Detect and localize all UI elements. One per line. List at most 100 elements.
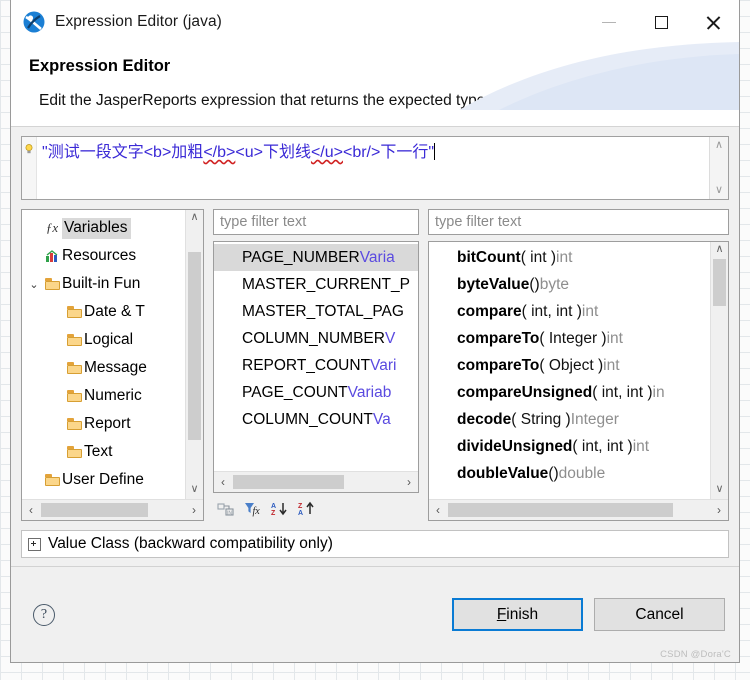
value-class-label: Value Class (backward compatibility only… bbox=[48, 535, 333, 552]
tree-item-label: User Define bbox=[62, 471, 144, 488]
tree-item-logical[interactable]: Logical bbox=[22, 326, 185, 354]
variable-list-item[interactable]: MASTER_CURRENT_P bbox=[214, 271, 418, 298]
tree-item-variables[interactable]: ƒx Variables bbox=[22, 214, 185, 242]
variables-list-scroll: PAGE_NUMBER Varia MASTER_CURRENT_P MASTER_… bbox=[214, 242, 418, 471]
footer-buttons: Finish Cancel bbox=[452, 598, 725, 631]
tree-scroll-right-icon[interactable]: › bbox=[185, 503, 203, 517]
method-parameters: ( String ) bbox=[511, 410, 571, 428]
minimize-icon bbox=[602, 21, 616, 23]
method-return-type: Integer bbox=[570, 410, 619, 428]
variable-list-item[interactable]: MASTER_TOTAL_PAG bbox=[214, 298, 418, 325]
methods-hscroll-thumb[interactable] bbox=[448, 503, 673, 517]
filter-functions-icon[interactable]: fx bbox=[244, 501, 262, 517]
variable-name: PAGE_NUMBER bbox=[242, 248, 360, 266]
help-question-icon[interactable]: ? bbox=[33, 603, 55, 626]
minimize-button[interactable] bbox=[583, 0, 635, 44]
tree-scroll-left-icon[interactable]: ‹ bbox=[22, 503, 40, 517]
methods-scroll-right-icon[interactable]: › bbox=[710, 503, 728, 517]
finish-button[interactable]: Finish bbox=[452, 598, 583, 631]
expr-seg-7: <br/> bbox=[342, 144, 381, 161]
method-list-item[interactable]: divideUnsigned( int, int ) int bbox=[429, 433, 710, 460]
methods-scroll-left-icon[interactable]: ‹ bbox=[429, 503, 447, 517]
variable-list-item[interactable]: COLUMN_NUMBER V bbox=[214, 325, 418, 352]
variable-list-item[interactable]: REPORT_COUNT Vari bbox=[214, 352, 418, 379]
tree-item-label: Numeric bbox=[84, 387, 142, 404]
methods-scroll-down-icon[interactable]: ∨ bbox=[715, 482, 723, 497]
window-title-bar: Expression Editor (java) bbox=[11, 0, 739, 110]
expression-vertical-scrollbar[interactable]: ∧ ∨ bbox=[709, 137, 728, 199]
tree-scroll-down-icon[interactable]: ∨ bbox=[190, 482, 198, 497]
tree-hscroll-thumb[interactable] bbox=[41, 503, 148, 517]
methods-scroll-up-icon[interactable]: ∧ bbox=[715, 242, 723, 257]
expand-plus-icon[interactable] bbox=[28, 537, 41, 551]
tree-item-built-in-fun[interactable]: ⌄ Built-in Fun bbox=[22, 270, 185, 298]
method-list-item[interactable]: decode( String ) Integer bbox=[429, 406, 710, 433]
tree-scroll-thumb[interactable] bbox=[188, 252, 201, 440]
finish-label: inish bbox=[506, 605, 539, 623]
lightbulb-hint-icon[interactable] bbox=[25, 141, 33, 154]
insert-into-expression-icon[interactable]: IN bbox=[217, 501, 235, 517]
value-class-section[interactable]: Value Class (backward compatibility only… bbox=[21, 530, 729, 558]
methods-vertical-scrollbar[interactable]: ∧ ∨ bbox=[710, 242, 728, 499]
method-list-item[interactable]: compareTo( Object ) int bbox=[429, 352, 710, 379]
variable-list-item[interactable]: PAGE_COUNT Variab bbox=[214, 379, 418, 406]
expression-input[interactable]: "测试一段文字<b>加粗</b><u>下划线</u><br/>下一行" bbox=[37, 137, 709, 199]
tree-item-label: Resources bbox=[62, 247, 137, 264]
scroll-down-icon[interactable]: ∨ bbox=[715, 185, 723, 196]
method-list-item[interactable]: byteValue() byte bbox=[429, 271, 710, 298]
chevron-down-icon[interactable]: ⌄ bbox=[26, 278, 42, 291]
expr-seg-1: <b> bbox=[143, 144, 172, 161]
method-return-type: double bbox=[558, 464, 606, 482]
method-parameters: ( int, int ) bbox=[521, 302, 582, 320]
method-return-type: int bbox=[581, 302, 599, 320]
method-list-item[interactable]: compareTo( Integer ) int bbox=[429, 325, 710, 352]
method-list-item[interactable]: bitCount( int ) int bbox=[429, 244, 710, 271]
variable-type: V bbox=[384, 329, 396, 347]
methods-list[interactable]: bitCount( int ) int byteValue() byte compa… bbox=[429, 242, 710, 499]
variable-list-item[interactable]: PAGE_NUMBER Varia bbox=[214, 244, 418, 271]
tree-vertical-scrollbar[interactable]: ∧ ∨ bbox=[185, 210, 203, 499]
tree-item-user-define[interactable]: User Define bbox=[22, 466, 185, 494]
variables-hscroll-thumb[interactable] bbox=[233, 475, 344, 489]
variables-toolbar: IN fx A Z Z A bbox=[213, 496, 419, 521]
tree-horizontal-scrollbar[interactable]: ‹ › bbox=[22, 499, 203, 520]
scroll-up-icon[interactable]: ∧ bbox=[715, 140, 723, 151]
method-parameters: () bbox=[529, 275, 540, 293]
variables-scroll-left-icon[interactable]: ‹ bbox=[214, 475, 232, 489]
tree-item-report[interactable]: Report bbox=[22, 410, 185, 438]
variables-horizontal-scrollbar[interactable]: ‹ › bbox=[214, 471, 418, 492]
variable-list-item[interactable]: COLUMN_COUNT Va bbox=[214, 406, 418, 433]
method-name: decode bbox=[457, 410, 512, 428]
dialog-body: "测试一段文字<b>加粗</b><u>下划线</u><br/>下一行" ∧ ∨ … bbox=[11, 127, 739, 662]
folder-icon bbox=[42, 278, 62, 290]
expression-editor-area[interactable]: "测试一段文字<b>加粗</b><u>下划线</u><br/>下一行" ∧ ∨ bbox=[21, 136, 729, 200]
variable-type: Va bbox=[372, 410, 391, 428]
dialog-footer: ? Finish Cancel CSDN @Dora'C bbox=[11, 566, 739, 662]
expr-seg-2: 加粗 bbox=[171, 144, 204, 161]
methods-horizontal-scrollbar[interactable]: ‹ › bbox=[429, 499, 728, 520]
cancel-button[interactable]: Cancel bbox=[594, 598, 725, 631]
methods-scroll-thumb[interactable] bbox=[713, 259, 726, 306]
tree-item-numeric[interactable]: Numeric bbox=[22, 382, 185, 410]
methods-filter-input[interactable]: type filter text bbox=[428, 209, 729, 235]
expr-seg-5: 下划线 bbox=[262, 144, 311, 161]
svg-text:A: A bbox=[271, 503, 276, 510]
sort-az-descending-icon[interactable]: AZ bbox=[271, 501, 289, 517]
variables-scroll-right-icon[interactable]: › bbox=[400, 475, 418, 489]
close-button[interactable] bbox=[687, 0, 739, 44]
tree-item-text[interactable]: Text bbox=[22, 438, 185, 466]
method-list-item[interactable]: compareUnsigned( int, int ) in bbox=[429, 379, 710, 406]
svg-text:fx: fx bbox=[253, 506, 261, 517]
sort-za-ascending-icon[interactable]: ZA bbox=[298, 501, 316, 517]
category-tree[interactable]: ƒx Variables Resources ⌄ Built-in Fun Date & … bbox=[22, 210, 185, 499]
tree-item-resources[interactable]: Resources bbox=[22, 242, 185, 270]
variables-list[interactable]: PAGE_NUMBER Varia MASTER_CURRENT_P MASTER_… bbox=[214, 242, 418, 471]
method-list-item[interactable]: doubleValue() double bbox=[429, 460, 710, 487]
variables-filter-input[interactable]: type filter text bbox=[213, 209, 419, 235]
tree-item-date-t[interactable]: Date & T bbox=[22, 298, 185, 326]
maximize-button[interactable] bbox=[635, 0, 687, 44]
method-return-type: in bbox=[652, 383, 665, 401]
tree-item-message[interactable]: Message bbox=[22, 354, 185, 382]
tree-scroll-up-icon[interactable]: ∧ bbox=[190, 210, 198, 225]
method-list-item[interactable]: compare( int, int ) int bbox=[429, 298, 710, 325]
